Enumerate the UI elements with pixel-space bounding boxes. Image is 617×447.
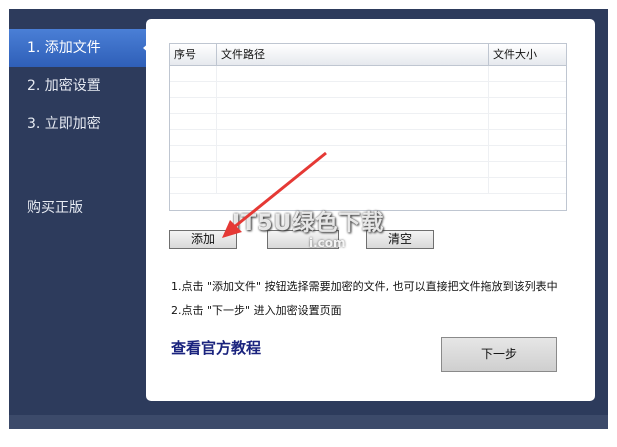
sidebar-item-add-files[interactable]: 1. 添加文件 [9, 29, 150, 67]
window-bottom-bar [9, 415, 608, 429]
watermark-sub: i.com [309, 236, 346, 250]
official-tutorial-link[interactable]: 查看官方教程 [171, 337, 261, 358]
table-header: 序号 文件路径 文件大小 [170, 44, 566, 66]
add-button[interactable]: 添加 [169, 230, 237, 249]
table-row [170, 130, 566, 146]
sidebar-item-encrypt-now[interactable]: 3. 立即加密 [9, 105, 149, 143]
hint-text-2: 2.点击 "下一步" 进入加密设置页面 [171, 304, 342, 317]
next-step-button[interactable]: 下一步 [441, 337, 557, 372]
table-body[interactable] [170, 66, 566, 210]
table-row [170, 146, 566, 162]
table-row [170, 162, 566, 178]
column-header-path[interactable]: 文件路径 [217, 44, 489, 65]
table-row [170, 82, 566, 98]
table-row [170, 98, 566, 114]
sidebar: 1. 添加文件 2. 加密设置 3. 立即加密 购买正版 [9, 29, 150, 216]
hint-text-1: 1.点击 "添加文件" 按钮选择需要加密的文件, 也可以直接把文件拖放到该列表中 [171, 280, 558, 293]
table-row [170, 178, 566, 194]
table-row [170, 66, 566, 82]
watermark-logo: IT5U绿色下载 [232, 211, 385, 236]
window-frame: 1. 添加文件 2. 加密设置 3. 立即加密 购买正版 序号 文件路径 文件大… [0, 0, 617, 447]
purchase-link[interactable]: 购买正版 [27, 197, 83, 217]
file-list-table[interactable]: 序号 文件路径 文件大小 [169, 43, 567, 211]
sidebar-item-encrypt-settings[interactable]: 2. 加密设置 [9, 67, 149, 105]
app-window: 1. 添加文件 2. 加密设置 3. 立即加密 购买正版 序号 文件路径 文件大… [9, 9, 608, 429]
table-row [170, 114, 566, 130]
column-header-size[interactable]: 文件大小 [489, 44, 566, 65]
column-header-index[interactable]: 序号 [170, 44, 217, 65]
